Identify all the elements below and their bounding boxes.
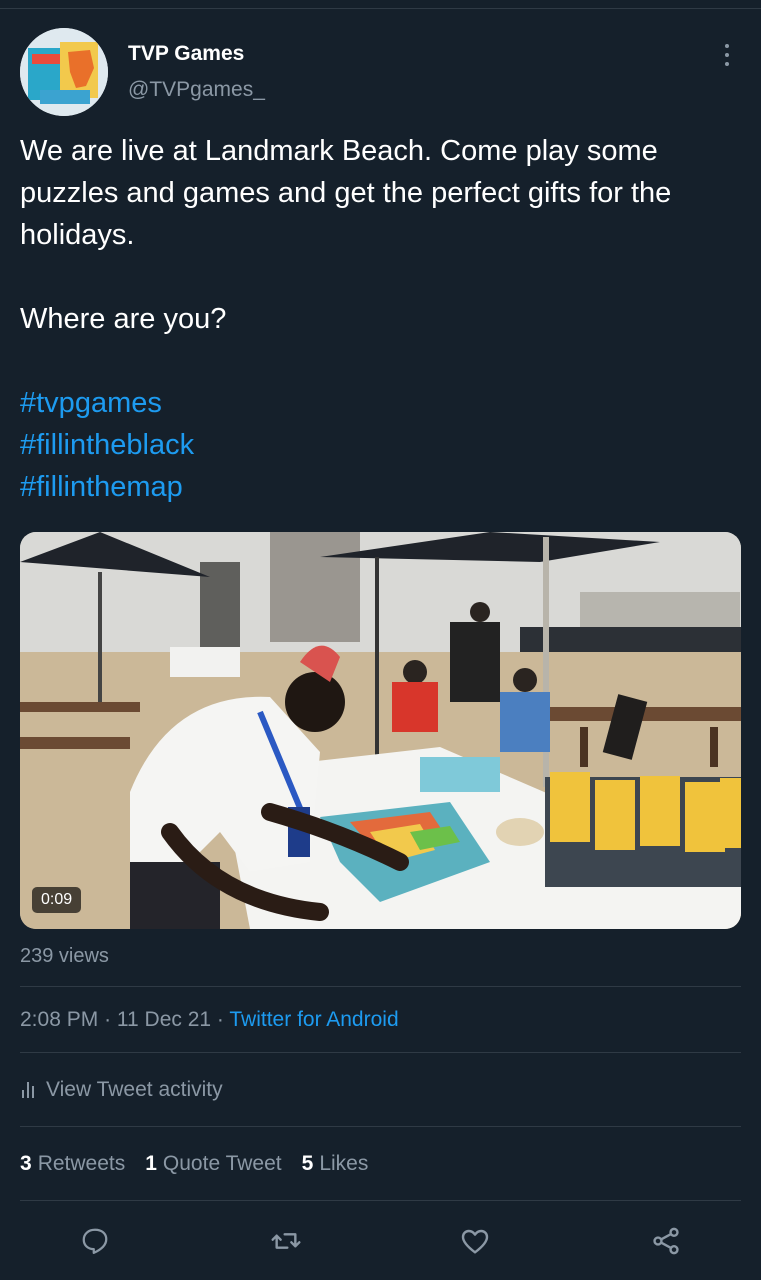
hashtag-link[interactable]: #fillinthemap: [20, 466, 745, 508]
tweet-text: We are live at Landmark Beach. Come play…: [20, 130, 745, 508]
author-name[interactable]: TVP Games: [128, 42, 244, 66]
more-options-icon[interactable]: [716, 40, 738, 70]
hashtag-link[interactable]: #fillintheblack: [20, 424, 745, 466]
tweet-date[interactable]: 11 Dec 21: [117, 1008, 211, 1031]
likes-label: Likes: [319, 1152, 369, 1175]
analytics-icon: [22, 1082, 34, 1098]
video-duration-badge: 0:09: [32, 887, 82, 913]
likes-stat[interactable]: 5 Likes: [302, 1152, 369, 1176]
author-handle[interactable]: @TVPgames_: [128, 78, 265, 102]
quotes-label: Quote Tweet: [162, 1152, 282, 1175]
tweet-time[interactable]: 2:08 PM: [20, 1008, 98, 1031]
retweets-count: 3: [20, 1152, 32, 1175]
top-divider: [0, 8, 761, 9]
heart-icon[interactable]: [459, 1225, 491, 1257]
video-player[interactable]: 0:09: [20, 532, 741, 929]
tweet-line: We are live at Landmark Beach. Come play…: [20, 135, 672, 251]
activity-label: View Tweet activity: [46, 1078, 223, 1101]
divider: [20, 1052, 741, 1053]
tweet-source-link[interactable]: Twitter for Android: [229, 1008, 398, 1031]
avatar-image: [20, 28, 108, 116]
view-tweet-activity-button[interactable]: View Tweet activity: [22, 1078, 223, 1102]
likes-count: 5: [301, 1152, 314, 1175]
view-count: 239 views: [20, 945, 109, 967]
tweet-line: Where are you?: [20, 303, 227, 335]
divider: [20, 1200, 741, 1201]
hashtag-link[interactable]: #tvpgames: [20, 382, 745, 424]
retweets-label: Retweets: [37, 1152, 126, 1175]
quote-tweets-stat[interactable]: 1 Quote Tweet: [145, 1152, 281, 1176]
tweet-meta: 2:08 PM · 11 Dec 21 · Twitter for Androi…: [20, 1008, 399, 1032]
reply-icon[interactable]: [79, 1225, 111, 1257]
retweets-stat[interactable]: 3 Retweets: [20, 1152, 125, 1176]
avatar[interactable]: [20, 28, 108, 116]
separator-dot: ·: [104, 1008, 112, 1031]
quotes-count: 1: [145, 1152, 157, 1175]
retweet-icon[interactable]: [270, 1225, 302, 1257]
divider: [20, 986, 741, 987]
engagement-stats: 3 Retweets 1 Quote Tweet 5 Likes: [20, 1152, 368, 1176]
separator-dot: ·: [216, 1008, 224, 1031]
divider: [20, 1126, 741, 1127]
share-icon[interactable]: [650, 1225, 682, 1257]
video-frame: [20, 532, 741, 929]
